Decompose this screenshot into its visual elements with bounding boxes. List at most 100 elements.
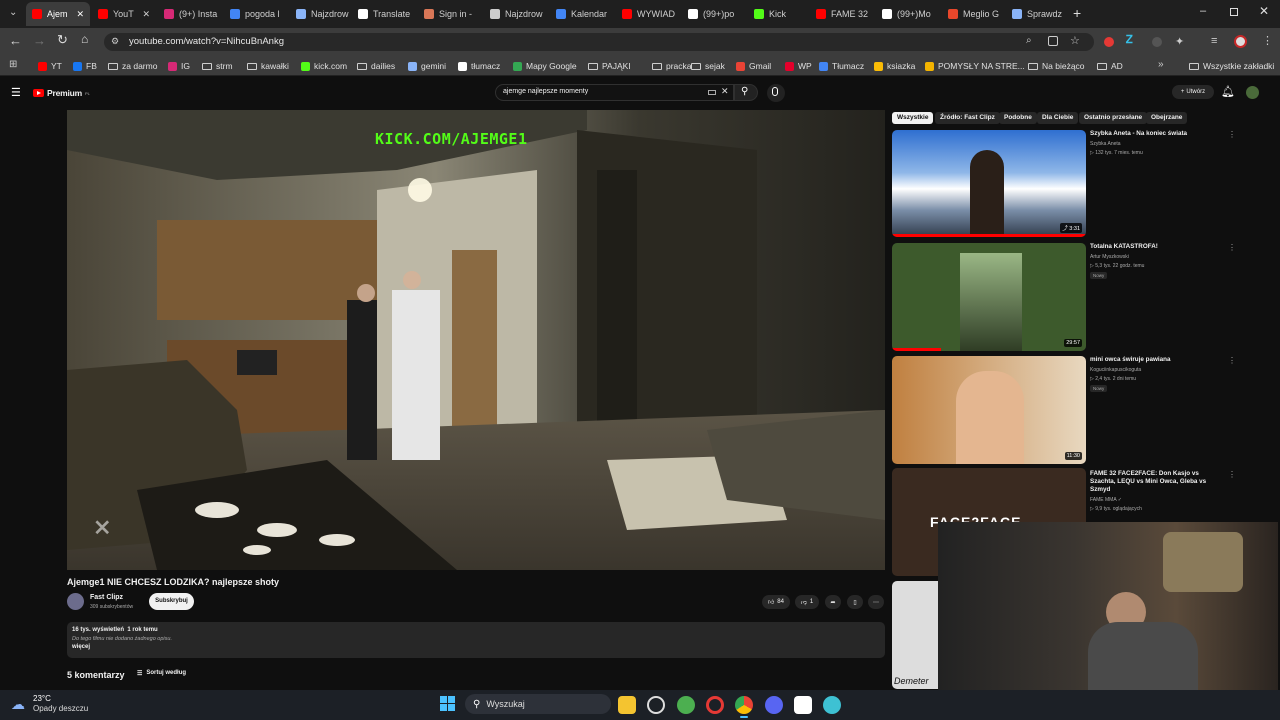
search-button[interactable]: ⚲ (734, 84, 758, 101)
recommendation-title[interactable]: Totalna KATASTROFA! (1090, 243, 1220, 251)
bookmark-item[interactable]: Tłumacz (819, 59, 864, 73)
close-tab-icon[interactable]: ✕ (76, 9, 84, 20)
translate-extension-icon[interactable]: Ꮓ (1126, 34, 1133, 47)
bookmark-item[interactable]: Na bieżąco (1028, 59, 1085, 73)
recommendation-thumbnail-3[interactable]: 11:30 (892, 356, 1086, 464)
new-tab-button[interactable]: + (1073, 5, 1081, 21)
subscribe-button[interactable]: Subskrybuj (149, 593, 194, 610)
opera-icon[interactable] (706, 696, 724, 714)
bookmark-item[interactable]: Gmail (736, 59, 771, 73)
bookmark-item[interactable]: POMYSŁY NA STRE... (925, 59, 1025, 73)
browser-tab[interactable]: Meglio G (942, 2, 1004, 26)
globe-app-icon[interactable] (823, 696, 841, 714)
install-app-icon[interactable] (1048, 36, 1058, 46)
menu-dots-icon[interactable]: ⋮ (1262, 34, 1273, 47)
start-button[interactable] (440, 696, 456, 712)
bookmark-item[interactable]: kick.com (301, 59, 347, 73)
minimize-icon[interactable]: – (1200, 5, 1206, 17)
home-icon[interactable]: ⌂ (81, 32, 88, 46)
guide-menu-icon[interactable]: ☰ (11, 86, 21, 99)
bookmark-item[interactable]: PAJĄKI (588, 59, 631, 73)
recommendation-channel[interactable]: FAME MMA ✓ (1090, 497, 1122, 504)
site-info-icon[interactable]: ⚙ (111, 36, 119, 47)
filter-chip[interactable]: Obejrzane (1146, 112, 1188, 124)
bookmark-item[interactable]: AD (1097, 59, 1123, 73)
keyboard-icon[interactable] (708, 90, 716, 95)
description-box[interactable]: 16 tys. wyświetleń 1 rok temu Do tego fi… (67, 622, 885, 658)
browser-tab[interactable]: Najzdrow (484, 2, 548, 26)
browser-tab[interactable]: YouT ✕ (92, 2, 156, 26)
browser-tab[interactable]: Najzdrow (290, 2, 350, 26)
omnibox[interactable]: ⚙ youtube.com/watch?v=NihcuBnAnkg ⌕ ☆ (104, 33, 1094, 51)
voice-search-button[interactable] (767, 84, 785, 102)
bookmark-item[interactable]: sejak (691, 59, 725, 73)
channel-avatar[interactable] (67, 593, 84, 610)
more-link[interactable]: więcej (72, 644, 90, 650)
recommendation-title[interactable]: FAME 32 FACE2FACE: Don Kasjo vs Szachta,… (1090, 470, 1220, 494)
filter-chip[interactable]: Wszystkie (892, 112, 934, 124)
back-icon[interactable]: ← (9, 33, 22, 48)
browser-tab[interactable]: Ajem ✕ (26, 2, 90, 26)
bookmark-item[interactable]: dailies (357, 59, 395, 73)
chrome-icon[interactable] (735, 696, 753, 714)
weather-desc[interactable]: Opady deszczu (33, 704, 88, 713)
browser-tab[interactable]: (99+)Mo (876, 2, 940, 26)
browser-tab[interactable]: (99+)po (682, 2, 746, 26)
search-input[interactable]: ajemge najlepsze momenty (503, 88, 588, 95)
all-bookmarks-folder[interactable]: Wszystkie zakładki (1189, 59, 1274, 73)
recommendation-thumbnail-1[interactable]: ⤴ 3:31 (892, 130, 1086, 237)
bookmark-item[interactable]: tłumacz (458, 59, 500, 73)
system-monitor-icon[interactable] (647, 696, 665, 714)
shield-app-icon[interactable] (677, 696, 695, 714)
file-explorer-icon[interactable] (618, 696, 636, 714)
bookmark-item[interactable]: YT (38, 59, 62, 73)
filter-chip[interactable]: Podobne (999, 112, 1037, 124)
save-button[interactable]: ▯ (847, 595, 863, 609)
bookmark-star-icon[interactable]: ☆ (1070, 34, 1080, 47)
taskbar-search[interactable]: ⚲ Wyszukaj (465, 694, 611, 714)
recommendation-menu-icon[interactable]: ⋮ (1228, 356, 1236, 365)
bookmark-item[interactable]: gemini (408, 59, 446, 73)
bookmark-item[interactable]: WP (785, 59, 812, 73)
extensions-puzzle-icon[interactable]: ✦ (1175, 35, 1184, 48)
share-button[interactable]: ➦ (825, 595, 841, 609)
filter-chip[interactable]: Dla Ciebie (1037, 112, 1079, 124)
more-actions-button[interactable]: ⋯ (868, 595, 884, 609)
browser-tab[interactable]: (9+) Insta (158, 2, 222, 26)
bookmark-item[interactable]: IG (168, 59, 190, 73)
extension-circle-icon[interactable] (1152, 37, 1162, 47)
record-extension-icon[interactable] (1104, 37, 1114, 47)
recommendation-menu-icon[interactable]: ⋮ (1228, 130, 1236, 139)
notifications-bell-icon[interactable]: 🔔︎ (1221, 85, 1235, 98)
sort-button[interactable]: ☰ Sortuj według (137, 670, 186, 677)
video-player[interactable]: KICK.COM/AJEMGE1 ⨯ (67, 110, 885, 570)
browser-tab[interactable]: Kalendar (550, 2, 614, 26)
bookmark-item[interactable]: Mapy Google (513, 59, 577, 73)
restore-icon[interactable] (1230, 8, 1238, 16)
bookmark-item[interactable]: strm (202, 59, 233, 73)
forward-icon[interactable]: → (33, 33, 46, 48)
dislike-button[interactable]: 👎︎ 1 (795, 595, 819, 609)
reload-icon[interactable]: ↻ (57, 32, 68, 48)
create-button[interactable]: + Utwórz (1172, 85, 1214, 99)
weather-temp[interactable]: 23°C (33, 694, 51, 703)
like-button[interactable]: 👍︎ 84 (762, 595, 790, 609)
channel-name[interactable]: Fast Clipz (90, 594, 123, 601)
recommendation-title[interactable]: mini owca świruje pawiana (1090, 356, 1220, 364)
filter-chip[interactable]: Źródło: Fast Clipz (935, 112, 1000, 124)
browser-tab[interactable]: pogoda l (224, 2, 288, 26)
close-window-icon[interactable]: ✕ (1259, 4, 1269, 18)
recommendation-menu-icon[interactable]: ⋮ (1228, 243, 1236, 252)
bookmarks-overflow-icon[interactable]: » (1158, 59, 1164, 70)
browser-tab[interactable]: Translate (352, 2, 416, 26)
profile-avatar[interactable] (1234, 35, 1247, 48)
bookmark-item[interactable]: ksiazka (874, 59, 915, 73)
search-box[interactable]: ajemge najlepsze momenty ✕ (495, 84, 734, 101)
recommendation-thumbnail-2[interactable]: 29:57 (892, 243, 1086, 351)
recommendation-channel[interactable]: Szybka Aneta (1090, 141, 1121, 148)
account-avatar[interactable] (1246, 86, 1259, 99)
browser-tab[interactable]: Sprawdz (1006, 2, 1068, 26)
tab-list-chevron-icon[interactable]: ⌄ (9, 7, 17, 18)
bookmark-item[interactable]: za darmo (108, 59, 157, 73)
bookmark-item[interactable]: FB (73, 59, 97, 73)
